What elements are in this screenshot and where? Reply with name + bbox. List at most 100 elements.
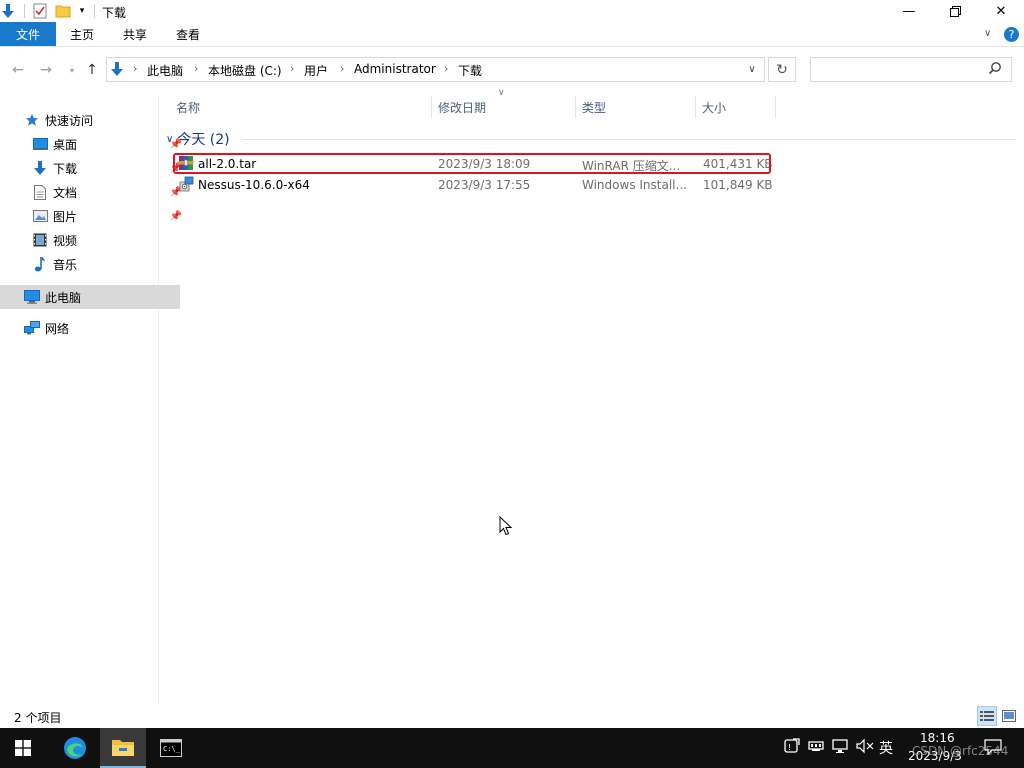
chevron-down-icon: ∨ [166,133,174,145]
nav-item-documents[interactable]: 文档 📌 [0,181,188,203]
nav-network[interactable]: 网络 [0,317,180,339]
nav-this-pc[interactable]: 此电脑 [0,285,180,309]
refresh-button[interactable]: ↻ [768,57,796,82]
windows-logo-icon [15,740,31,756]
command-prompt-icon: C:\_ [160,739,182,757]
nav-quick-access[interactable]: 快速访问 [0,109,180,131]
title-bar [0,0,1024,22]
breadcrumb-downloads[interactable]: 下载 [458,62,482,79]
tab-view[interactable]: 查看 [164,22,212,46]
msi-installer-icon [178,176,194,192]
pin-icon[interactable]: 📌 [170,211,182,222]
tab-home[interactable]: 主页 [58,22,106,46]
film-icon [32,232,48,248]
document-icon [32,184,48,200]
nav-item-label: 下载 [53,161,78,176]
recent-locations-button[interactable]: ▾ [62,58,82,82]
nav-item-videos[interactable]: 视频 [0,229,188,251]
nav-item-downloads[interactable]: 下载 📌 [0,157,188,179]
picture-icon [32,208,48,224]
up-button[interactable]: ↑ [82,58,102,82]
restore-icon [949,5,961,17]
large-icons-view-icon [1002,710,1016,722]
column-header-date[interactable]: 修改日期 [432,96,576,118]
help-icon[interactable]: ? [1004,27,1019,42]
file-size: 101,849 KB [703,178,773,192]
breadcrumb-users[interactable]: 用户 [304,62,328,79]
nav-item-desktop[interactable]: 桌面 📌 [0,133,188,155]
forward-button[interactable]: → [36,58,56,82]
file-type: Windows Install... [582,178,687,192]
tab-share[interactable]: 共享 [110,22,160,46]
clock-time[interactable]: 18:16 [920,731,955,745]
new-folder-icon[interactable] [55,3,71,19]
back-arrow-icon: ← [12,62,24,78]
divider [94,4,95,18]
start-button[interactable] [0,728,46,768]
computer-icon [24,289,40,305]
nav-network-label: 网络 [45,321,70,336]
details-view-button[interactable] [977,706,997,726]
music-note-icon [32,256,48,272]
back-button[interactable]: ← [8,58,28,82]
file-row[interactable]: Nessus-10.6.0-x64 2023/9/3 17:55 Windows… [174,175,773,195]
taskbar-edge[interactable] [52,728,98,768]
network-icon [24,320,40,336]
refresh-icon: ↻ [776,61,788,78]
taskbar-command-prompt[interactable]: C:\_ [148,728,194,768]
nav-item-label: 图片 [53,209,78,224]
up-arrow-icon: ↑ [86,62,98,78]
breadcrumb-local-disk[interactable]: 本地磁盘 (C:) [208,62,282,79]
nav-item-label: 音乐 [53,257,78,272]
column-header-type[interactable]: 类型 [576,96,696,118]
tray-volume-muted-icon[interactable] [856,738,874,758]
nav-item-pictures[interactable]: 图片 📌 [0,205,188,227]
status-item-count: 2 个项目 [14,711,62,725]
minimize-icon: — [902,3,916,19]
breadcrumb-administrator[interactable]: Administrator [354,62,436,76]
chevron-down-icon: ∨ [748,64,756,75]
column-header-size[interactable]: 大小 [696,96,776,118]
expand-ribbon-icon[interactable]: ∨ [984,28,991,39]
close-button[interactable]: ✕ [978,0,1024,22]
tab-file[interactable]: 文件 [0,22,56,46]
star-icon [24,112,40,128]
notification-center-icon[interactable] [984,739,1002,759]
properties-icon[interactable] [32,3,48,19]
nav-item-label: 文档 [53,185,78,200]
tray-network-icon[interactable] [808,738,824,758]
svg-text:C:\_: C:\_ [163,745,181,753]
breadcrumb-separator: › [194,62,199,75]
desktop-icon [32,136,48,152]
tray-security-icon[interactable]: ! [784,738,800,758]
forward-arrow-icon: → [40,62,52,78]
large-icons-view-button[interactable] [999,706,1019,726]
address-history-dropdown[interactable]: ∨ [739,57,765,82]
nav-item-label: 桌面 [53,137,78,152]
breadcrumb-this-pc[interactable]: 此电脑 [147,62,183,79]
download-folder-icon [110,61,126,77]
download-arrow-icon[interactable] [0,3,16,19]
nav-item-music[interactable]: 音乐 [0,253,188,275]
svg-text:!: ! [788,743,791,752]
file-explorer-icon [112,740,134,756]
file-date: 2023/9/3 17:55 [438,178,531,192]
group-label: 今天 (2) [177,132,230,148]
nav-quick-access-label: 快速访问 [45,113,94,128]
tray-ime-indicator[interactable]: 英 [879,738,893,758]
breadcrumb-separator: › [133,62,138,75]
search-input[interactable] [810,57,1012,82]
close-icon: ✕ [995,3,1007,19]
customize-quick-access-icon[interactable]: ▾ [74,3,90,19]
breadcrumb-separator: › [290,62,295,75]
file-name: Nessus-10.6.0-x64 [198,178,310,192]
tray-display-icon[interactable] [832,738,848,758]
minimize-button[interactable]: — [886,0,932,22]
details-view-icon [980,711,994,721]
column-header-name[interactable]: 名称 [170,96,432,118]
window-title: 下载 [102,6,127,20]
breadcrumb-separator: › [444,62,449,75]
divider [24,4,25,18]
taskbar-file-explorer[interactable] [100,728,146,768]
restore-button[interactable] [932,0,978,22]
